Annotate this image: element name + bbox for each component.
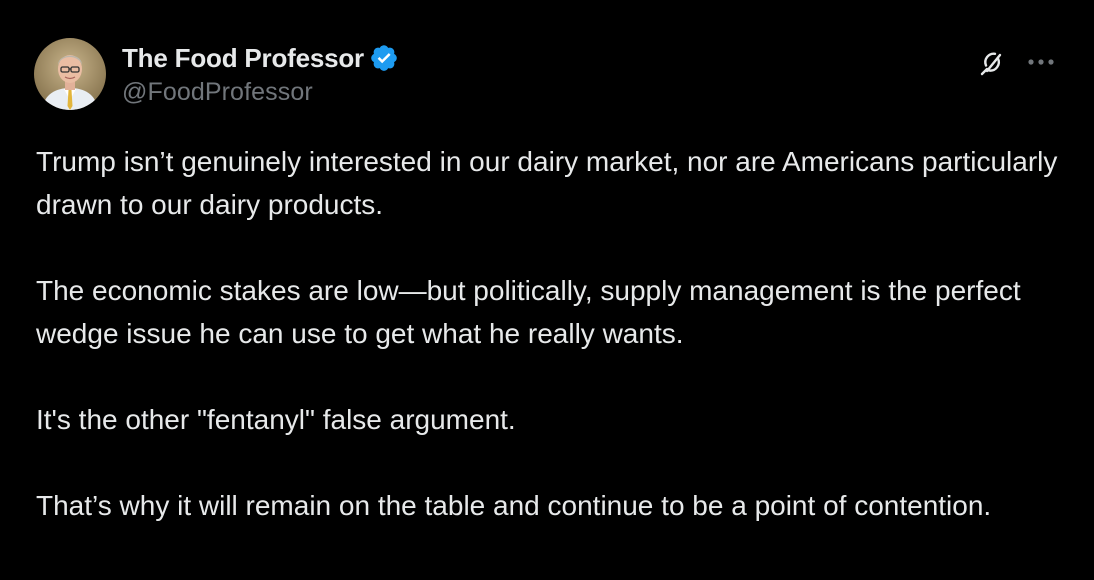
tweet-paragraph: It's the other "fentanyl" false argument… xyxy=(36,404,516,435)
display-name-row: The Food Professor xyxy=(122,42,399,74)
tweet-text: Trump isn’t genuinely interested in our … xyxy=(36,140,1066,570)
tweet-header: The Food Professor @FoodProfessor xyxy=(34,38,399,112)
more-horizontal-icon[interactable] xyxy=(1026,52,1056,72)
tweet-paragraph: The economic stakes are low—but politica… xyxy=(36,275,1029,349)
tweet-card: The Food Professor @FoodProfessor Trump … xyxy=(0,0,1094,580)
avatar[interactable] xyxy=(34,38,106,110)
grok-icon[interactable] xyxy=(976,46,1008,78)
author-names: The Food Professor @FoodProfessor xyxy=(122,42,399,107)
verified-badge-icon[interactable] xyxy=(369,43,399,73)
tweet-paragraph: That’s why it will remain on the table a… xyxy=(36,490,992,521)
tweet-actions xyxy=(976,46,1056,78)
tweet-paragraph: Trump isn’t genuinely interested in our … xyxy=(36,146,1066,220)
author-handle[interactable]: @FoodProfessor xyxy=(122,78,399,107)
avatar-image xyxy=(34,38,106,110)
display-name[interactable]: The Food Professor xyxy=(122,43,364,74)
